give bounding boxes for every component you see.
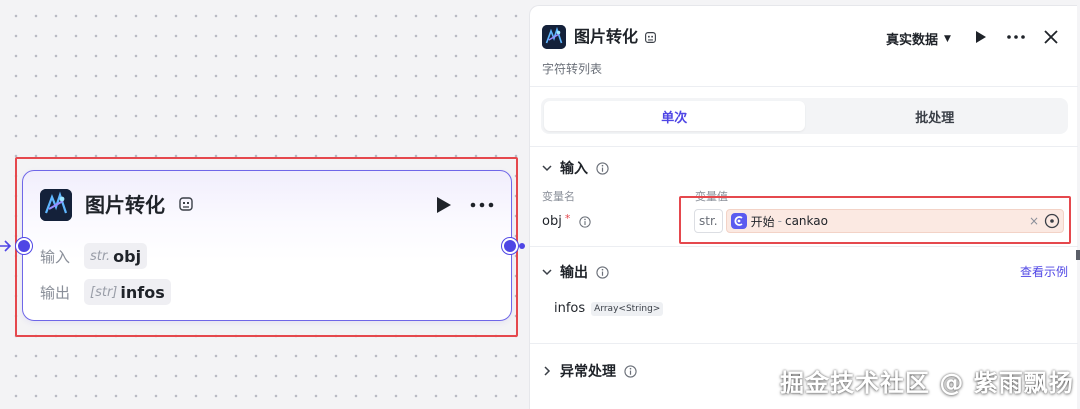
- input-section-title: 输入: [560, 161, 588, 177]
- info-icon: [596, 265, 609, 279]
- panel-subtitle: 字符转列表: [542, 62, 603, 76]
- panel-title: 图片转化: [574, 27, 639, 46]
- node-output-row: 输出 [str] infos: [40, 279, 171, 305]
- node-input-type: str.: [90, 248, 111, 264]
- chevron-down-icon: ▼: [944, 33, 951, 44]
- node-output-port[interactable]: [502, 238, 518, 254]
- error-section-title: 异常处理: [560, 364, 616, 380]
- chevron-right-icon: [544, 366, 551, 376]
- outgoing-edge-dot: [519, 243, 525, 249]
- output-var-type: Array<String>: [591, 301, 664, 316]
- node-output-type: [str]: [90, 284, 118, 300]
- input-var-name-text: obj: [542, 214, 562, 229]
- panel-more-icon[interactable]: [1007, 35, 1025, 39]
- node-more-icon[interactable]: [470, 202, 494, 208]
- output-divider: [530, 343, 1078, 344]
- node-output-label: 输出: [40, 283, 71, 302]
- info-icon: [624, 364, 637, 378]
- header-divider: [530, 86, 1078, 87]
- incoming-edge-arrow-icon: [0, 240, 12, 252]
- tab-single[interactable]: 单次: [544, 101, 805, 131]
- tab-batch[interactable]: 批处理: [805, 101, 1066, 131]
- node-input-name: obj: [113, 246, 142, 266]
- node-logo-icon: [40, 189, 72, 221]
- output-var-name: infos: [554, 301, 586, 316]
- panel-sub-workflow-icon: [645, 32, 656, 43]
- node-input-row: 输入 str. obj: [40, 243, 148, 269]
- node-input-label: 输入: [40, 247, 71, 266]
- node-title: 图片转化: [85, 193, 165, 217]
- sub-workflow-icon: [179, 197, 193, 211]
- run-node-icon[interactable]: [435, 195, 453, 215]
- required-mark: *: [564, 212, 571, 225]
- run-mode-tabs: 单次 批处理: [541, 98, 1068, 134]
- input-var-name: obj *: [542, 212, 591, 229]
- output-section-header[interactable]: 输出: [542, 262, 609, 282]
- input-section-header[interactable]: 输入: [542, 158, 609, 178]
- panel-logo-icon: [542, 25, 566, 49]
- panel-run-icon[interactable]: [975, 30, 987, 44]
- col-var-name: 变量名: [542, 190, 575, 203]
- tabs-divider: [530, 146, 1078, 147]
- input-divider: [530, 246, 1078, 247]
- data-mode-dropdown[interactable]: 真实数据 ▼: [886, 29, 951, 48]
- view-example-link[interactable]: 查看示例: [1020, 263, 1068, 280]
- chevron-down-icon: [542, 165, 552, 172]
- close-icon[interactable]: [1044, 30, 1058, 44]
- node-input-port[interactable]: [16, 238, 32, 254]
- value-selection-highlight: [679, 196, 1071, 244]
- chevron-down-icon: [542, 269, 552, 276]
- data-mode-label: 真实数据: [886, 33, 939, 48]
- output-section-title: 输出: [560, 265, 588, 281]
- output-var-row: infos Array<String>: [554, 301, 664, 316]
- info-icon: [596, 161, 609, 175]
- error-section-header[interactable]: 异常处理: [542, 361, 637, 381]
- node-input-chip: str. obj: [84, 243, 148, 269]
- node-output-name: infos: [120, 282, 165, 302]
- image-convert-node[interactable]: 图片转化 输入 str. obj 输出 [str] infos: [22, 170, 512, 321]
- node-output-chip: [str] infos: [84, 279, 171, 305]
- info-icon: [579, 215, 591, 228]
- watermark: 掘金技术社区 @ 紫雨飘扬: [780, 369, 1074, 397]
- scroll-edge-marker: [1076, 250, 1080, 260]
